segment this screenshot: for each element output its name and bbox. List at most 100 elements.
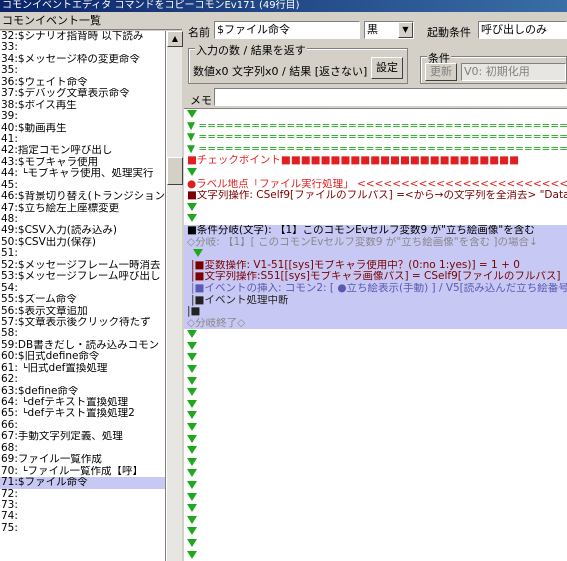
command-line[interactable] xyxy=(184,503,567,515)
scroll-up-arrow-icon[interactable]: ▲ xyxy=(167,31,183,47)
list-item[interactable]: 52:$メッセージフレーム一時消去 xyxy=(0,260,165,271)
command-line[interactable] xyxy=(184,410,567,422)
list-item[interactable]: 34:$メッセージ枠の変更命令 xyxy=(0,54,165,65)
list-item[interactable]: 51: xyxy=(0,248,165,259)
list-item[interactable]: 45: xyxy=(0,180,165,191)
color-select[interactable]: 黒 ▼ xyxy=(364,21,414,39)
list-item[interactable]: 67:手動文字列定義、処理 xyxy=(0,431,165,442)
list-item[interactable]: 61: └旧式def置換処理 xyxy=(0,363,165,374)
command-line[interactable]: ▼ ======================================… xyxy=(184,121,567,133)
command-line[interactable] xyxy=(184,364,567,376)
command-line[interactable]: ▼ ======================================… xyxy=(184,144,567,156)
command-line[interactable] xyxy=(184,329,567,341)
command-line[interactable] xyxy=(184,468,567,480)
list-item[interactable]: 55:$ズーム命令 xyxy=(0,294,165,305)
chevron-down-icon[interactable]: ▼ xyxy=(398,22,413,38)
list-item[interactable]: 63:$define命令 xyxy=(0,386,165,397)
command-line[interactable] xyxy=(184,538,567,550)
list-item[interactable]: 64: └defテキスト置換処理 xyxy=(0,397,165,408)
update-button[interactable]: 更新 xyxy=(425,63,457,81)
command-line[interactable] xyxy=(184,480,567,492)
command-marker-icon xyxy=(187,515,197,524)
list-item[interactable]: 69:ファイル一覧作成 xyxy=(0,454,165,465)
command-line[interactable] xyxy=(184,248,567,260)
list-item[interactable]: 35: xyxy=(0,65,165,76)
command-line[interactable] xyxy=(184,352,567,364)
command-line[interactable] xyxy=(184,457,567,469)
command-line[interactable] xyxy=(184,434,567,446)
command-line[interactable]: |■文字列操作:S51[[sys]モブキャラ画像パス] = CSelf9[ファイ… xyxy=(184,271,567,283)
command-line[interactable] xyxy=(184,492,567,504)
list-item[interactable]: 50:$CSV出力(保存) xyxy=(0,237,165,248)
list-item[interactable]: 66: xyxy=(0,420,165,431)
command-marker-icon xyxy=(187,388,197,397)
trigger-select[interactable]: 呼び出しのみ xyxy=(478,21,567,39)
command-line[interactable]: ●ラベル地点「ファイル実行処理」 <<<<<<<<<<<<<<<<<<<<<<<… xyxy=(184,179,567,191)
scroll-thumb[interactable] xyxy=(167,157,183,185)
command-line[interactable]: ■チェックポイント■■■■■■■■■■■■■■■■■■■■■■■■ xyxy=(184,155,567,167)
list-item[interactable]: 53:$メッセージフレーム呼び出し xyxy=(0,271,165,282)
command-line[interactable] xyxy=(184,376,567,388)
command-line[interactable] xyxy=(184,515,567,527)
command-line[interactable]: ◇分岐: 【1】[ このコモンEvセルフ変数9 が"立ち絵画像"を含む ]の場合… xyxy=(184,236,567,249)
list-item[interactable]: 42:指定コモン呼び出し xyxy=(0,145,165,156)
list-item[interactable]: 60:$旧式define命令 xyxy=(0,351,165,362)
command-line[interactable] xyxy=(184,213,567,225)
list-item[interactable]: 70: └ファイル一覧作成【呼】 xyxy=(0,466,165,477)
command-line[interactable]: |■イベント処理中断 xyxy=(184,294,567,307)
list-item[interactable]: 44: └モブキャラ使用、処理実行 xyxy=(0,168,165,179)
common-event-list[interactable]: 32:$シナリオ指背時 以下読み 33: 34:$メッセージ枠の変更命令 35: 36:… xyxy=(0,31,166,561)
command-editor[interactable]: ▼ ======================================… xyxy=(184,108,567,561)
list-item[interactable]: 39: xyxy=(0,111,165,122)
list-item[interactable]: 74: xyxy=(0,511,165,522)
list-item[interactable]: 36:$ウェイト命令 xyxy=(0,77,165,88)
list-item[interactable]: 62: xyxy=(0,374,165,385)
list-item[interactable]: 72: xyxy=(0,489,165,500)
list-scrollbar[interactable]: ▲ xyxy=(166,31,183,561)
command-line[interactable] xyxy=(184,202,567,214)
command-line[interactable] xyxy=(184,387,567,399)
list-item[interactable]: 54: xyxy=(0,283,165,294)
command-line[interactable] xyxy=(184,109,567,121)
command-text: |■イベント処理中断 xyxy=(191,294,289,306)
list-item[interactable]: 56:$表示文章追加 xyxy=(0,306,165,317)
command-line[interactable]: |■変数操作: V1-51[[sys]モブキャラ使用中？(0:no 1:yes)… xyxy=(184,259,567,272)
command-line[interactable]: ■条件分岐(文字): 【1】このコモンEvセルフ変数9 が"立ち絵画像"を含む xyxy=(184,224,567,237)
list-item[interactable]: 59:DB書きだし・読み込みコモン xyxy=(0,340,165,351)
command-line[interactable]: ◇分岐終了◇ xyxy=(184,317,567,330)
list-item[interactable]: 71:$ファイル命令 xyxy=(0,477,165,489)
command-text: |■イベントの挿入: コモン2: [ ●立ち絵表示(手動) ] / V5[読み込… xyxy=(191,282,567,294)
list-item[interactable]: 38:$ボイス再生 xyxy=(0,100,165,111)
list-item[interactable]: 40:$動画再生 xyxy=(0,123,165,134)
list-item[interactable]: 48: xyxy=(0,214,165,225)
command-line[interactable] xyxy=(184,550,567,561)
command-line[interactable] xyxy=(184,526,567,538)
command-line[interactable] xyxy=(184,422,567,434)
list-item[interactable]: 49:$CSV入力(読み込み) xyxy=(0,225,165,236)
command-line[interactable] xyxy=(184,445,567,457)
list-item[interactable]: 46:$背景切り替え(トランジション xyxy=(0,191,165,202)
list-item[interactable]: 33: xyxy=(0,42,165,53)
list-item[interactable]: 68: xyxy=(0,443,165,454)
list-item[interactable]: 32:$シナリオ指背時 以下読み xyxy=(0,31,165,42)
command-line[interactable]: |■イベントの挿入: コモン2: [ ●立ち絵表示(手動) ] / V5[読み込… xyxy=(184,282,567,295)
command-line[interactable] xyxy=(184,341,567,353)
settings-button[interactable]: 設定 xyxy=(371,57,403,79)
list-item[interactable]: 41: xyxy=(0,134,165,145)
command-line[interactable] xyxy=(184,399,567,411)
name-field[interactable]: $ファイル命令 xyxy=(214,21,360,39)
list-item[interactable]: 73: xyxy=(0,500,165,511)
list-item[interactable]: 65: └defテキスト置換処理2 xyxy=(0,408,165,419)
command-line[interactable]: |■ xyxy=(184,306,567,318)
command-line[interactable]: ▼ ======================================… xyxy=(184,132,567,144)
list-item[interactable]: 58: xyxy=(0,328,165,339)
command-line[interactable] xyxy=(184,167,567,179)
command-line[interactable]: ■文字列操作: CSelf9[ファイルのフルパス] =<から→の文字列を全消去>… xyxy=(184,190,567,202)
list-item[interactable]: 75: xyxy=(0,523,165,534)
list-item[interactable]: 57:$文章表示後クリック待たず xyxy=(0,317,165,328)
condition-field[interactable]: V0: 初期化用 xyxy=(461,63,566,81)
list-item[interactable]: 47:$立ち絵左上座標変更 xyxy=(0,203,165,214)
list-item[interactable]: 43:$モブキャラ使用 xyxy=(0,157,165,168)
list-item[interactable]: 37:$デバッグ文章表示命令 xyxy=(0,88,165,99)
memo-field[interactable] xyxy=(214,88,567,106)
